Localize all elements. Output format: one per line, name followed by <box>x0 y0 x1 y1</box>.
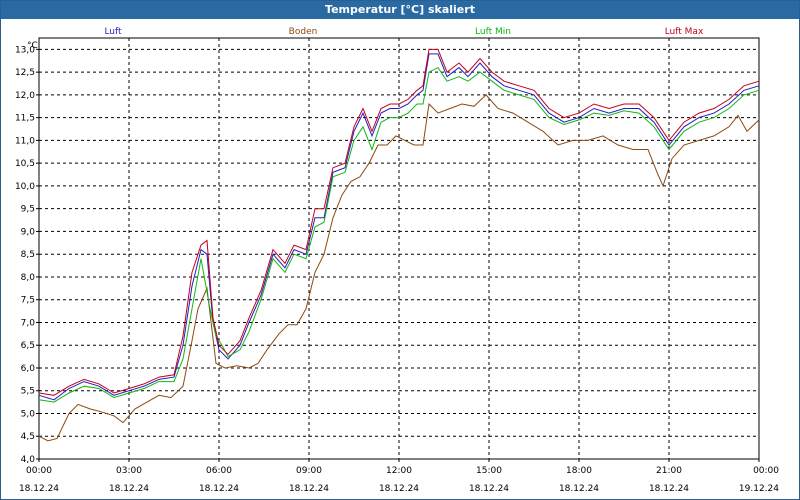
x-tick-time-label: 18:00 <box>566 466 592 476</box>
y-axis-label: °C <box>27 41 38 51</box>
x-tick-time-label: 06:00 <box>206 466 232 476</box>
x-tick-time-label: 00:00 <box>26 466 52 476</box>
x-tick-date-label: 18.12.24 <box>649 484 689 494</box>
x-tick-date-label: 18.12.24 <box>19 484 59 494</box>
y-tick-label: 7,0 <box>21 318 36 328</box>
y-tick-label: 9,0 <box>21 227 36 237</box>
y-tick-label: 7,5 <box>21 296 35 306</box>
x-tick-date-label: 18.12.24 <box>289 484 329 494</box>
x-tick-time-label: 00:00 <box>753 466 779 476</box>
y-tick-label: 5,5 <box>21 387 35 397</box>
x-tick-date-label: 18.12.24 <box>559 484 599 494</box>
legend-entry-boden: Boden <box>289 27 318 37</box>
x-tick-time-label: 03:00 <box>116 466 142 476</box>
y-axis-ticks: 4,0 4,5 5,0 5,5 6,0 6,5 7,0 7,5 8,0 8,5 9,0 9,5 10,0… <box>15 45 39 465</box>
y-tick-label: 10,5 <box>15 159 35 169</box>
x-tick-date-label: 18.12.24 <box>109 484 149 494</box>
temperature-chart: 4,0 4,5 5,0 5,5 6,0 6,5 7,0 7,5 8,0 8,5 9,0 9,5 10,0… <box>15 27 779 494</box>
y-tick-label: 9,5 <box>21 205 35 215</box>
y-tick-label: 8,5 <box>21 250 35 260</box>
legend: Luft Boden Luft Min Luft Max <box>104 27 704 37</box>
x-tick-time-label: 09:00 <box>296 466 322 476</box>
y-tick-label: 11,0 <box>15 136 35 146</box>
y-tick-label: 12,0 <box>15 91 35 101</box>
y-tick-label: 11,5 <box>15 114 35 124</box>
y-tick-label: 6,0 <box>21 364 36 374</box>
x-tick-date-label: 19.12.24 <box>739 484 779 494</box>
window-title: Temperatur [°C] skaliert <box>1 1 799 19</box>
x-tick-date-label: 18.12.24 <box>379 484 419 494</box>
y-tick-label: 4,0 <box>21 455 36 465</box>
y-tick-label: 12,5 <box>15 68 35 78</box>
x-tick-time-label: 15:00 <box>476 466 502 476</box>
x-axis-ticks: 00:00 18.12.24 03:00 18.12.24 06:00 18.12.24 0… <box>19 459 779 494</box>
y-tick-label: 5,0 <box>21 409 36 419</box>
y-tick-label: 4,5 <box>21 432 35 442</box>
x-tick-date-label: 18.12.24 <box>469 484 509 494</box>
legend-entry-luft-max: Luft Max <box>665 27 704 37</box>
y-tick-label: 10,0 <box>15 182 35 192</box>
legend-entry-luft-min: Luft Min <box>475 27 511 37</box>
y-tick-label: 8,0 <box>21 273 36 283</box>
y-tick-label: 6,5 <box>21 341 35 351</box>
legend-entry-luft: Luft <box>104 27 122 37</box>
chart-window: Temperatur [°C] skaliert 4,0 4,5 5,0 5,5 6,0… <box>0 0 800 500</box>
x-tick-time-label: 21:00 <box>656 466 682 476</box>
x-tick-date-label: 18.12.24 <box>199 484 239 494</box>
x-tick-time-label: 12:00 <box>386 466 412 476</box>
